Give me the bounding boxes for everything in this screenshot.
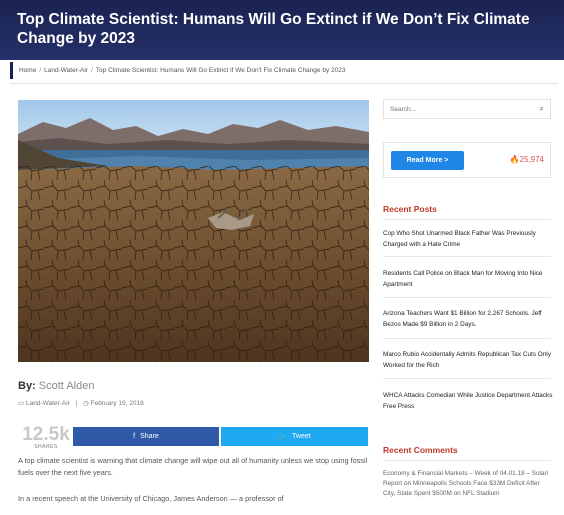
facebook-icon: f xyxy=(133,433,136,440)
recent-post-link[interactable]: Cop Who Shot Unarmed Black Father Was Pr… xyxy=(383,228,553,250)
recent-comment: Economy & Financial Markets – Week of 04… xyxy=(383,469,553,499)
article-category[interactable]: Land-Water-Air xyxy=(26,400,70,407)
page-header: Top Climate Scientist: Humans Will Go Ex… xyxy=(0,0,564,60)
comment-on-word: on xyxy=(403,480,412,487)
author-byline: By: Scott Alden xyxy=(18,380,94,392)
breadcrumb: Home / Land-Water-Air / Top Climate Scientis… xyxy=(10,62,564,79)
search-box: ⌕ xyxy=(383,99,551,119)
breadcrumb-category[interactable]: Land-Water-Air xyxy=(44,67,88,74)
article-paragraph: A top climate scientist is warning that … xyxy=(18,456,368,477)
by-label: By: xyxy=(18,380,36,392)
search-icon[interactable]: ⌕ xyxy=(540,104,544,114)
article-meta: ▭ Land-Water-Air | ◷ February 19, 2018 xyxy=(18,399,144,407)
recent-posts-heading: Recent Posts xyxy=(383,204,437,214)
clock-icon: ◷ xyxy=(83,400,89,407)
follow-widget: Read More > 🔥25,974 xyxy=(383,142,551,178)
share-button-label: Share xyxy=(140,433,159,440)
recent-post-link[interactable]: Residents Call Police on Black Man for M… xyxy=(383,268,553,290)
recent-post-link[interactable]: Marco Rubio Accidentally Admits Republic… xyxy=(383,349,553,371)
share-count: 12.5k xyxy=(22,424,70,445)
page-title: Top Climate Scientist: Humans Will Go Ex… xyxy=(17,11,530,47)
twitter-share-button[interactable]: 🐦 Tweet xyxy=(221,427,368,446)
meta-divider: | xyxy=(75,400,78,407)
recent-post-link[interactable]: Arizona Teachers Want $1 Billion for 2,2… xyxy=(383,308,553,330)
recent-post-link[interactable]: WHCA Attacks Comedian While Justice Depa… xyxy=(383,390,553,412)
post-divider xyxy=(383,297,551,298)
flame-icon: 🔥 xyxy=(509,155,520,164)
article-paragraph: In a recent speech at the University of … xyxy=(18,494,284,503)
breadcrumb-home[interactable]: Home xyxy=(19,67,36,74)
article-date: February 19, 2018 xyxy=(90,400,144,407)
follow-count-value: 25,974 xyxy=(519,155,544,164)
tweet-button-label: Tweet xyxy=(292,433,311,440)
follow-count: 🔥25,974 xyxy=(510,155,544,164)
breadcrumb-divider xyxy=(10,83,558,84)
section-divider xyxy=(383,460,551,461)
recent-comments-heading: Recent Comments xyxy=(383,445,458,455)
facebook-share-button[interactable]: f Share xyxy=(73,427,219,446)
folder-icon: ▭ xyxy=(18,400,25,407)
author-name[interactable]: Scott Alden xyxy=(39,380,95,392)
share-counter: 12.5k SHARES xyxy=(18,425,74,450)
twitter-icon: 🐦 xyxy=(278,433,288,441)
section-divider xyxy=(383,219,551,220)
post-divider xyxy=(383,256,551,257)
post-divider xyxy=(383,338,551,339)
search-input[interactable] xyxy=(390,105,510,113)
breadcrumb-current: Top Climate Scientist: Humans Will Go Ex… xyxy=(95,67,346,74)
read-more-button[interactable]: Read More > xyxy=(391,151,464,170)
post-divider xyxy=(383,378,551,379)
article-hero-image xyxy=(18,100,369,362)
